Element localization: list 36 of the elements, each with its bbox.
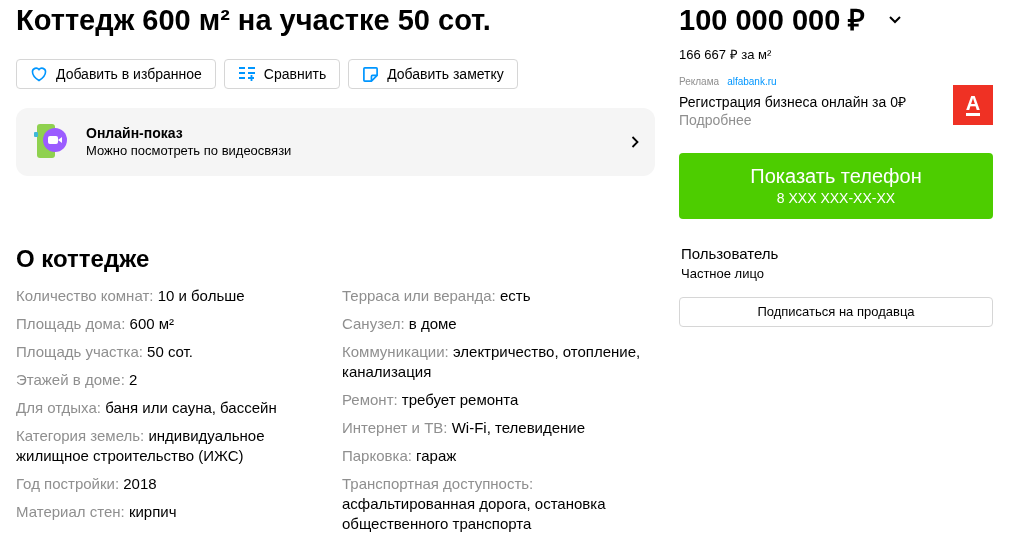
param-row-text: Год постройки: 2018 — [16, 474, 158, 494]
heart-icon — [30, 66, 48, 82]
param-row-text: Терраса или веранда: есть — [342, 286, 532, 306]
price: 100 000 000 ₽ — [679, 3, 866, 38]
online-show-card[interactable]: Онлайн-показ Можно посмотреть по видеосвязи — [16, 108, 655, 176]
param-row-text: Ремонт: требует ремонта — [342, 390, 520, 410]
param-row-text: Этажей в доме: 2 — [16, 370, 139, 390]
chevron-right-icon — [631, 136, 639, 148]
action-button[interactable]: Добавить заметку — [348, 59, 518, 89]
seller-type: Частное лицо — [681, 264, 765, 283]
section-title: О коттедже — [16, 244, 151, 274]
chevron-down-icon[interactable] — [889, 16, 902, 24]
param-row-text: Парковка: гараж — [342, 446, 458, 466]
price-per-m2: 166 667 ₽ за м² — [679, 46, 773, 64]
note-icon — [362, 65, 380, 83]
param-row-text: Интернет и ТВ: Wi-Fi, телевидение — [342, 418, 587, 438]
subscribe-button[interactable]: Подписаться на продавца — [679, 296, 993, 327]
listing-title: Коттедж 600 м² на участке 50 сот. — [16, 3, 492, 38]
compare-list-icon — [237, 66, 256, 82]
ad-text[interactable]: Регистрация бизнеса онлайн за 0₽ — [679, 92, 906, 111]
param-row-text: Площадь участка: 50 сот. — [16, 342, 194, 362]
param-row-text: Для отдыха: баня или сауна, бассейн — [16, 398, 278, 418]
online-show-subtitle: Можно посмотреть по видеосвязи — [86, 142, 293, 160]
param-row-text: Материал стен: кирпич — [16, 502, 178, 522]
param-row-text: Санузел: в доме — [342, 314, 458, 334]
param-row-text: Площадь дома: 600 м² — [16, 314, 176, 334]
seller-name[interactable]: Пользователь — [681, 243, 993, 264]
online-show-title: Онлайн-показ — [86, 124, 184, 142]
bank-logo: А — [953, 84, 993, 125]
action-button[interactable]: Сравнить — [223, 59, 341, 89]
param-row-text: Транспортная доступность: асфальтированная дорога, остановка общественного транспорта — [342, 474, 607, 534]
param-row-text: Категория земель: индивидуальное жилищное строительство (ИЖС) — [16, 426, 266, 466]
param-row-text: Количество комнат: 10 и больше — [16, 286, 246, 306]
param-row-text: Коммуникации: электричество, отопление, канализация — [342, 342, 642, 382]
ad-label: Реклама — [679, 74, 720, 88]
action-button[interactable]: Добавить в избранное — [16, 59, 216, 89]
